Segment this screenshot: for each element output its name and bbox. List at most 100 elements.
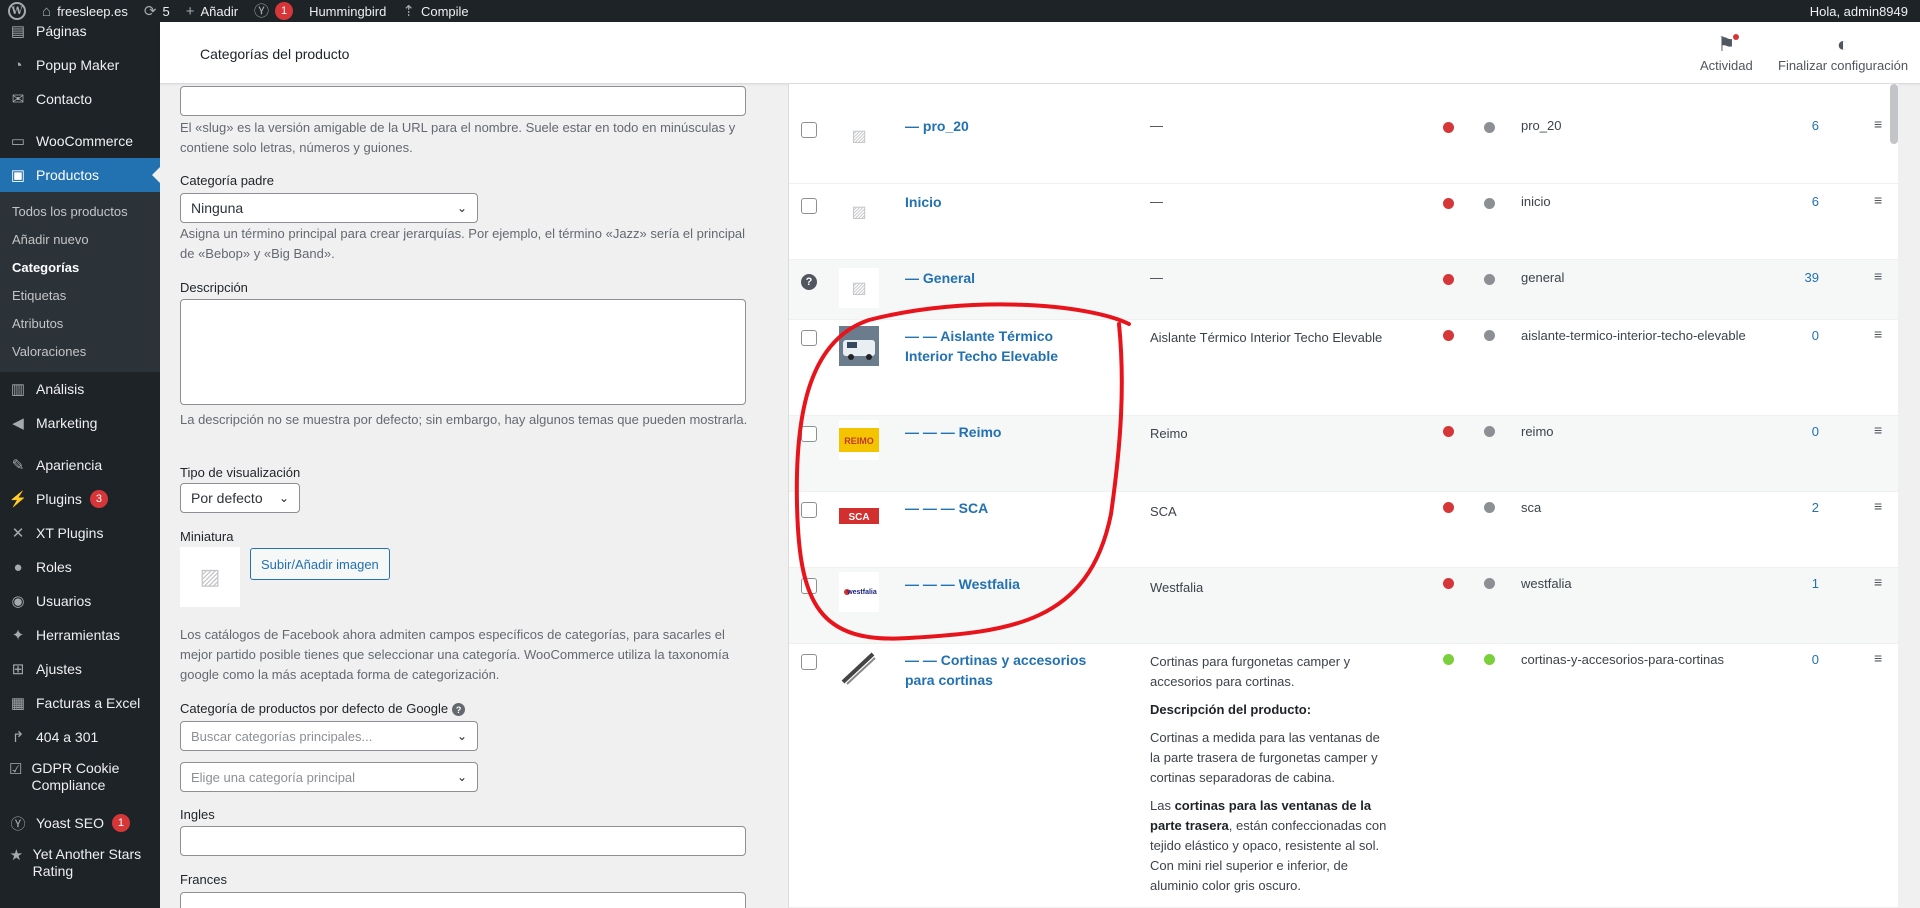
xt-icon: ✕ xyxy=(11,525,25,542)
menu-ajustes[interactable]: ⊞ Ajustes xyxy=(0,652,160,686)
menu-apariencia[interactable]: ✎ Apariencia xyxy=(0,448,160,482)
category-count-link[interactable]: 6 xyxy=(1779,194,1819,209)
submenu-todos-productos[interactable]: Todos los productos xyxy=(0,198,160,226)
slug-hint: El «slug» es la versión amigable de la U… xyxy=(180,120,736,155)
menu-marketing[interactable]: ◀ Marketing xyxy=(0,406,160,440)
category-name-link[interactable]: — — Cortinas y accesorios para cortinas xyxy=(905,650,1105,690)
category-name-link[interactable]: — — — Reimo xyxy=(905,422,1105,442)
category-name-link[interactable]: — pro_20 xyxy=(905,116,1105,136)
status-dot xyxy=(1484,426,1495,437)
menu-analisis[interactable]: ▥ Análisis xyxy=(0,372,160,406)
drag-handle-icon[interactable]: ≡ xyxy=(1874,650,1882,666)
parent-select[interactable]: Ninguna ⌄ xyxy=(180,193,478,223)
hummingbird-link[interactable]: Hummingbird xyxy=(301,0,394,22)
status-dot xyxy=(1484,330,1495,341)
category-slug: inicio xyxy=(1521,194,1551,209)
menu-paginas[interactable]: ▤ Páginas xyxy=(0,22,160,48)
table-row: ▨ — pro_20 — pro_20 6 ≡ xyxy=(789,108,1898,184)
my-account-link[interactable]: Hola, admin8949 xyxy=(1802,0,1920,22)
drag-handle-icon[interactable]: ≡ xyxy=(1874,422,1882,438)
admin-sidebar: ▤ Páginas ◔ Popup Maker ✉ Contacto ▭ WooComm… xyxy=(0,22,160,908)
menu-gdpr[interactable]: ☑ GDPR Cookie Compliance xyxy=(0,754,160,798)
drag-handle-icon[interactable]: ≡ xyxy=(1874,498,1882,514)
compile-link[interactable]: ⇡ Compile xyxy=(394,0,476,22)
drag-handle-icon[interactable]: ≡ xyxy=(1874,268,1882,284)
menu-plugins[interactable]: ⚡ Plugins 3 xyxy=(0,482,160,516)
menu-productos[interactable]: ▣ Productos xyxy=(0,158,160,192)
svg-text:REIMO: REIMO xyxy=(844,436,874,446)
menu-herramientas[interactable]: ✦ Herramientas xyxy=(0,618,160,652)
category-count-link[interactable]: 0 xyxy=(1779,652,1819,667)
slug-input[interactable] xyxy=(180,86,746,116)
chevron-down-icon: ⌄ xyxy=(456,770,467,784)
submenu-etiquetas[interactable]: Etiquetas xyxy=(0,282,160,310)
frances-input[interactable] xyxy=(180,892,746,908)
status-dot xyxy=(1484,122,1495,133)
row-checkbox[interactable] xyxy=(801,654,817,670)
category-count-link[interactable]: 0 xyxy=(1779,424,1819,439)
category-slug: sca xyxy=(1521,500,1542,515)
site-name-link[interactable]: ⌂ freesleep.es xyxy=(34,0,136,22)
contrast-icon: ◐ xyxy=(1836,34,1850,56)
facebook-hint: Los catálogos de Facebook ahora admiten … xyxy=(180,627,729,682)
category-count-link[interactable]: 2 xyxy=(1779,500,1819,515)
row-checkbox[interactable] xyxy=(801,578,817,594)
placeholder-image-icon: ▨ xyxy=(839,116,879,156)
menu-yoast[interactable]: Ⓨ Yoast SEO 1 xyxy=(0,806,160,840)
drag-handle-icon[interactable]: ≡ xyxy=(1874,326,1882,342)
description-textarea[interactable] xyxy=(180,299,746,405)
finish-setup-button[interactable]: ◐ Finalizar configuración xyxy=(1778,32,1908,73)
question-icon[interactable]: ? xyxy=(801,274,817,290)
submenu-valoraciones[interactable]: Valoraciones xyxy=(0,338,160,366)
row-checkbox[interactable] xyxy=(801,122,817,138)
menu-facturas-excel[interactable]: ▦ Facturas a Excel xyxy=(0,686,160,720)
submenu-anadir-nuevo[interactable]: Añadir nuevo xyxy=(0,226,160,254)
menu-yasr[interactable]: ★ Yet Another Stars Rating xyxy=(0,840,160,884)
category-count-link[interactable]: 0 xyxy=(1779,328,1819,343)
roles-icon: ● xyxy=(13,558,23,576)
row-checkbox[interactable] xyxy=(801,198,817,214)
row-checkbox[interactable] xyxy=(801,426,817,442)
row-checkbox[interactable] xyxy=(801,502,817,518)
menu-usuarios[interactable]: ◉ Usuarios xyxy=(0,584,160,618)
category-name-link[interactable]: — — Aislante Térmico Interior Techo Elev… xyxy=(905,326,1105,366)
category-count-link[interactable]: 1 xyxy=(1779,576,1819,591)
user-icon: ◉ xyxy=(11,593,25,610)
help-icon[interactable]: ? xyxy=(452,703,466,717)
google-category-search[interactable]: Buscar categorías principales... ⌄ xyxy=(180,721,478,751)
drag-handle-icon[interactable]: ≡ xyxy=(1874,574,1882,590)
scrollbar[interactable] xyxy=(1890,84,1898,144)
drag-handle-icon[interactable]: ≡ xyxy=(1874,116,1882,132)
menu-contacto[interactable]: ✉ Contacto xyxy=(0,82,160,116)
category-name-link[interactable]: — — — SCA xyxy=(905,498,1105,518)
activity-button[interactable]: ⚑ Actividad xyxy=(1700,32,1753,73)
menu-xt-plugins[interactable]: ✕ XT Plugins xyxy=(0,516,160,550)
submenu-categorias[interactable]: Categorías xyxy=(0,254,160,282)
refresh-icon: ⟳ xyxy=(143,2,157,20)
submenu-atributos[interactable]: Atributos xyxy=(0,310,160,338)
row-checkbox[interactable] xyxy=(801,330,817,346)
category-name-link[interactable]: — — — Westfalia xyxy=(905,574,1105,594)
display-type-select[interactable]: Por defecto ⌄ xyxy=(180,483,300,513)
productos-submenu: Todos los productos Añadir nuevo Categor… xyxy=(0,192,160,372)
menu-woocommerce[interactable]: ▭ WooCommerce xyxy=(0,124,160,158)
category-name-link[interactable]: Inicio xyxy=(905,192,1105,212)
category-count-link[interactable]: 39 xyxy=(1779,270,1819,285)
menu-roles[interactable]: ● Roles xyxy=(0,550,160,584)
google-category-choose[interactable]: Elige una categoría principal ⌄ xyxy=(180,762,478,792)
yoast-adminbar-link[interactable]: Ⓨ 1 xyxy=(246,0,301,22)
wp-logo-menu[interactable]: W xyxy=(0,0,34,22)
menu-404-301[interactable]: ↱ 404 a 301 xyxy=(0,720,160,754)
ingles-input[interactable] xyxy=(180,826,746,856)
upload-image-button[interactable]: Subir/Añadir imagen xyxy=(250,548,390,580)
category-description: Westfalia xyxy=(1150,580,1204,595)
updates-link[interactable]: ⟳ 5 xyxy=(136,0,178,22)
category-slug: cortinas-y-accesorios-para-cortinas xyxy=(1521,652,1725,667)
menu-popup-maker[interactable]: ◔ Popup Maker xyxy=(0,48,160,82)
new-content-link[interactable]: + Añadir xyxy=(178,0,246,22)
category-count-link[interactable]: 6 xyxy=(1779,118,1819,133)
category-name-link[interactable]: — General xyxy=(905,268,1105,288)
table-row: — — Aislante Térmico Interior Techo Elev… xyxy=(789,320,1898,416)
drag-handle-icon[interactable]: ≡ xyxy=(1874,192,1882,208)
compile-icon: ⇡ xyxy=(402,2,415,20)
